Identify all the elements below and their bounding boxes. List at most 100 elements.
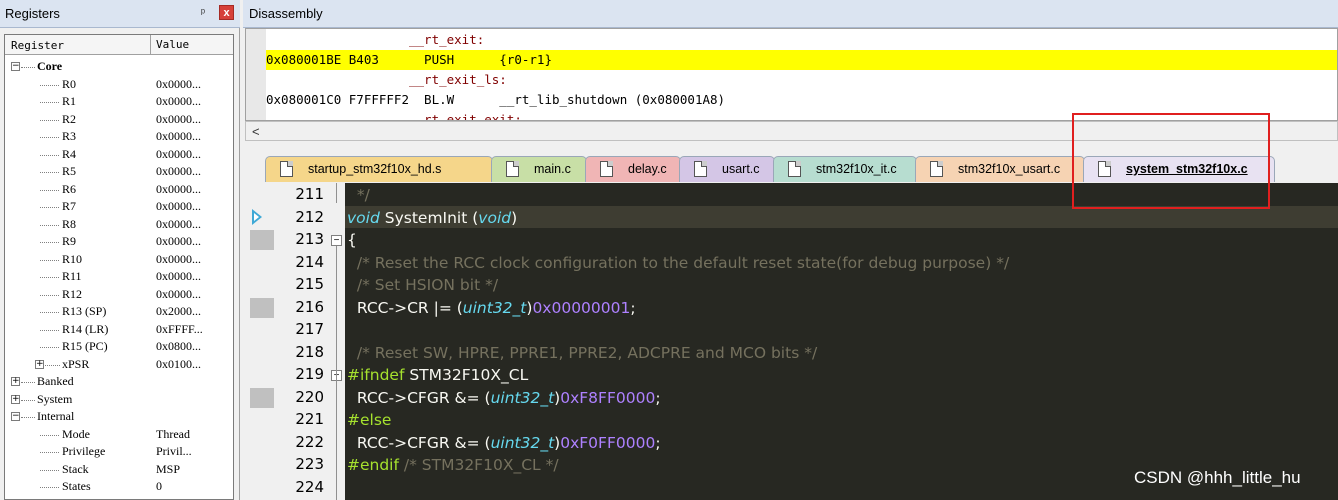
tree-collapse-icon[interactable]: − xyxy=(11,62,20,71)
register-row[interactable]: R11 0x0000... xyxy=(5,268,233,286)
code-line[interactable]: RCC->CR |= (uint32_t)0x00000001; xyxy=(347,297,636,319)
register-row[interactable]: R10 0x0000... xyxy=(5,251,233,269)
register-row[interactable]: − Core xyxy=(5,58,233,76)
code-line[interactable]: */ xyxy=(347,184,370,206)
register-row[interactable]: + System xyxy=(5,391,233,409)
register-row[interactable]: Stack MSP xyxy=(5,461,233,479)
register-value[interactable]: Thread xyxy=(156,426,190,444)
code-line[interactable]: /* Set HSION bit */ xyxy=(347,274,498,296)
code-token: 0xF0FF0000 xyxy=(560,433,656,452)
register-row[interactable]: R2 0x0000... xyxy=(5,111,233,129)
tree-collapse-icon[interactable]: − xyxy=(11,412,20,421)
code-line[interactable]: RCC->CFGR &= (uint32_t)0xF0FF0000; xyxy=(347,432,661,454)
register-value[interactable]: 0x0100... xyxy=(156,356,201,374)
register-row[interactable]: + xPSR 0x0100... xyxy=(5,356,233,374)
tree-connector xyxy=(40,84,59,86)
code-line[interactable]: /* Reset the RCC clock configuration to … xyxy=(347,252,1009,274)
register-name: R9 xyxy=(62,234,77,248)
disassembly-title: Disassembly xyxy=(249,6,323,21)
disassembly-titlebar: Disassembly xyxy=(243,0,1338,28)
register-row[interactable]: R7 0x0000... xyxy=(5,198,233,216)
disassembly-line[interactable]: 0x080001BE B403 PUSH {r0-r1} xyxy=(266,50,1337,70)
code-line[interactable]: void SystemInit (void) xyxy=(347,207,517,229)
register-row[interactable]: States 0 xyxy=(5,478,233,496)
code-line[interactable]: { xyxy=(347,229,357,251)
register-row[interactable]: R9 0x0000... xyxy=(5,233,233,251)
disassembly-view[interactable]: __rt_exit: 0x080001BE B403 PUSH {r0-r1} _… xyxy=(245,28,1338,121)
tab-stm32f10x-usart-c[interactable]: stm32f10x_usart.c xyxy=(915,156,1085,182)
tree-expand-icon[interactable]: + xyxy=(11,394,20,404)
register-row[interactable]: R1 0x0000... xyxy=(5,93,233,111)
tab-startup-stm32f10x-hd-s[interactable]: startup_stm32f10x_hd.s xyxy=(265,156,493,182)
tree-connector xyxy=(40,242,59,243)
register-value[interactable]: 0x0000... xyxy=(156,146,201,164)
register-row[interactable]: Mode Thread xyxy=(5,426,233,444)
register-value[interactable]: 0x0000... xyxy=(156,233,201,251)
disassembly-line[interactable]: __rt_exit_ls: xyxy=(266,70,1337,90)
register-value[interactable]: 0 xyxy=(156,478,162,496)
disassembly-line[interactable]: 0x080001C0 F7FFFFF2 BL.W __rt_lib_shutdo… xyxy=(266,90,1337,110)
tree-connector xyxy=(40,294,59,296)
register-row[interactable]: − Internal xyxy=(5,408,233,426)
register-value[interactable]: 0x0000... xyxy=(156,181,201,199)
tab-delay-c[interactable]: delay.c xyxy=(585,156,681,182)
pin-icon[interactable]: ᵖ xyxy=(196,6,210,20)
register-row[interactable]: R14 (LR) 0xFFFF... xyxy=(5,321,233,339)
register-value[interactable]: 0x0000... xyxy=(156,128,201,146)
column-separator[interactable] xyxy=(150,35,151,55)
register-row[interactable]: R12 0x0000... xyxy=(5,286,233,304)
register-value[interactable]: 0x0000... xyxy=(156,76,201,94)
code-token: RCC->CFGR &= ( xyxy=(347,388,491,407)
tree-expand-icon[interactable]: + xyxy=(35,359,44,369)
register-value[interactable]: MSP xyxy=(156,461,180,479)
breakpoint-slot[interactable] xyxy=(250,230,274,250)
tab-stm32f10x-it-c[interactable]: stm32f10x_it.c xyxy=(773,156,917,182)
register-row[interactable]: R5 0x0000... xyxy=(5,163,233,181)
register-value[interactable]: 0xFFFF... xyxy=(156,321,203,339)
register-row[interactable]: R6 0x0000... xyxy=(5,181,233,199)
register-row[interactable]: + Banked xyxy=(5,373,233,391)
breakpoint-slot[interactable] xyxy=(250,387,274,408)
register-value[interactable]: 0x0000... xyxy=(156,163,201,181)
register-value[interactable]: 0x0000... xyxy=(156,251,201,269)
column-header-register[interactable]: Register xyxy=(11,39,64,52)
register-row[interactable]: R8 0x0000... xyxy=(5,216,233,234)
register-row[interactable]: R13 (SP) 0x2000... xyxy=(5,303,233,321)
line-number: 214 xyxy=(295,252,324,271)
register-value[interactable]: 0x0000... xyxy=(156,286,201,304)
register-row[interactable]: R15 (PC) 0x0800... xyxy=(5,338,233,356)
register-value[interactable]: 0x2000... xyxy=(156,303,201,321)
tab-main-c[interactable]: main.c xyxy=(491,156,587,182)
register-name: R5 xyxy=(62,164,77,178)
column-header-value[interactable]: Value xyxy=(156,38,189,51)
register-value[interactable]: 0x0000... xyxy=(156,216,201,234)
code-token: uint32_t xyxy=(490,433,555,452)
close-icon[interactable]: x xyxy=(219,5,234,20)
tree-expand-icon[interactable]: + xyxy=(11,377,20,386)
register-row[interactable]: Privilege Privil... xyxy=(5,443,233,461)
code-token: #else xyxy=(347,411,392,429)
scroll-left-icon[interactable]: < xyxy=(252,124,260,139)
register-name: R3 xyxy=(62,129,77,143)
register-row[interactable]: R0 0x0000... xyxy=(5,76,233,94)
code-editor[interactable]: */ void SystemInit (void) { /* Reset the R… xyxy=(245,183,1338,500)
register-value[interactable]: 0x0000... xyxy=(156,268,201,286)
register-row[interactable]: R4 0x0000... xyxy=(5,146,233,164)
disassembly-line[interactable]: __rt_exit: xyxy=(266,30,1337,50)
disassembly-gutter[interactable] xyxy=(246,29,266,120)
register-value[interactable]: 0x0000... xyxy=(156,198,201,216)
register-row[interactable]: R3 0x0000... xyxy=(5,128,233,146)
code-line[interactable]: RCC->CFGR &= (uint32_t)0xF8FF0000; xyxy=(347,387,661,409)
file-icon xyxy=(788,161,801,177)
register-value[interactable]: Privil... xyxy=(156,443,192,461)
code-line[interactable]: /* Reset SW, HPRE, PPRE1, PPRE2, ADCPRE … xyxy=(347,342,817,364)
code-line[interactable]: #ifndef STM32F10X_CL xyxy=(347,364,528,386)
register-value[interactable]: 0x0000... xyxy=(156,93,201,111)
code-line[interactable]: #else xyxy=(347,409,391,431)
fold-toggle-icon[interactable]: − xyxy=(331,235,342,246)
register-value[interactable]: 0x0000... xyxy=(156,111,201,129)
code-line[interactable]: #endif /* STM32F10X_CL */ xyxy=(347,454,559,476)
breakpoint-slot[interactable] xyxy=(250,297,274,318)
tab-usart-c[interactable]: usart.c xyxy=(679,156,775,182)
register-value[interactable]: 0x0800... xyxy=(156,338,201,356)
